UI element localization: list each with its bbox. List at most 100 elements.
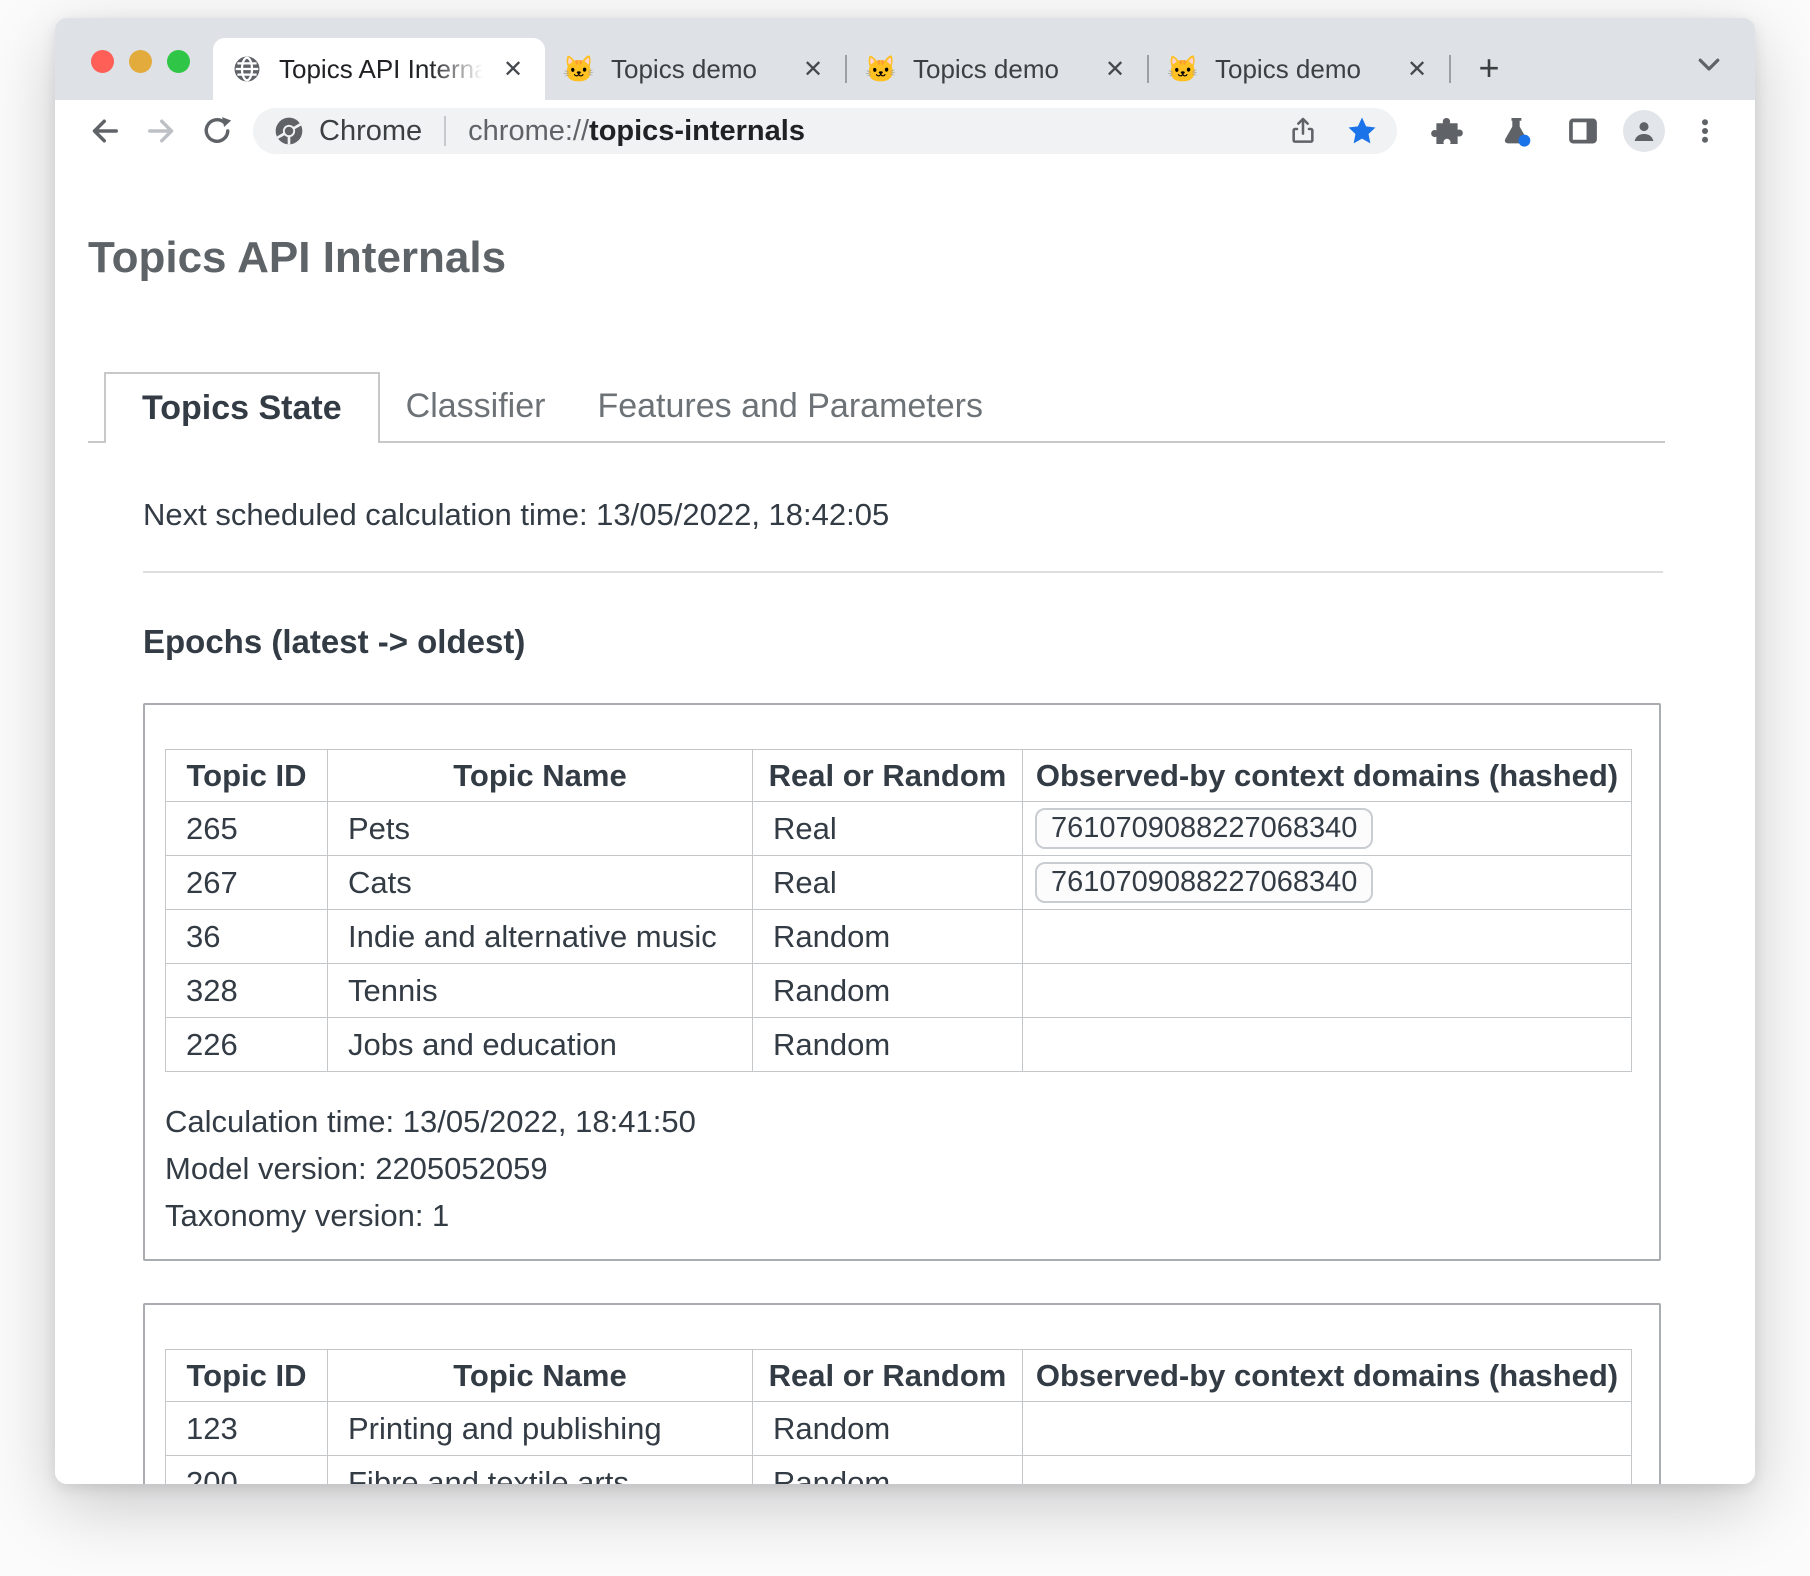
address-bar[interactable]: Chrome chrome://topics-internals	[253, 108, 1397, 154]
topic-name-cell: Pets	[328, 802, 753, 856]
toolbar-right-icons	[1419, 105, 1733, 157]
real-or-random-cell: Random	[753, 964, 1023, 1018]
url-text: chrome://topics-internals	[468, 115, 1287, 148]
col-observed-domains: Observed-by context domains (hashed)	[1023, 750, 1632, 802]
topic-row: 328TennisRandom	[166, 964, 1632, 1018]
tab-close-icon[interactable]: ✕	[797, 53, 829, 85]
page-tab-topics-state[interactable]: Topics State	[104, 372, 380, 443]
omnibox-divider	[444, 116, 446, 146]
topic-name-cell: Fibre and textile arts	[328, 1456, 753, 1485]
browser-tab[interactable]: Topics API Internals ✕	[213, 38, 545, 100]
table-header-row: Topic ID Topic Name Real or Random Obser…	[166, 750, 1632, 802]
share-icon[interactable]	[1287, 115, 1319, 147]
topic-id-cell: 226	[166, 1018, 328, 1072]
site-label: Chrome	[319, 115, 422, 148]
col-observed-domains: Observed-by context domains (hashed)	[1023, 1350, 1632, 1402]
real-or-random-cell: Random	[753, 1018, 1023, 1072]
page-tab-classifier[interactable]: Classifier	[380, 372, 572, 441]
col-real-or-random: Real or Random	[753, 1350, 1023, 1402]
tab-strip: Topics API Internals ✕ 🐱 Topics demo ✕ 🐱…	[55, 18, 1755, 100]
epoch-box-older: Topic ID Topic Name Real or Random Obser…	[143, 1303, 1661, 1484]
epochs-heading: Epochs (latest -> oldest)	[143, 623, 1663, 661]
cat-favicon: 🐱	[563, 53, 595, 85]
topics-table: Topic ID Topic Name Real or Random Obser…	[165, 1349, 1632, 1484]
observed-domains-cell: 7610709088227068340	[1023, 856, 1632, 910]
back-button[interactable]	[77, 105, 133, 157]
taxonomy-version: Taxonomy version: 1	[165, 1192, 1631, 1239]
col-topic-name: Topic Name	[328, 750, 753, 802]
labs-flask-icon[interactable]	[1487, 105, 1543, 157]
topic-name-cell: Cats	[328, 856, 753, 910]
panel-divider	[143, 571, 1663, 573]
topic-id-cell: 328	[166, 964, 328, 1018]
browser-tab[interactable]: 🐱 Topics demo ✕	[847, 38, 1147, 100]
page-tab-features-and-parameters[interactable]: Features and Parameters	[571, 372, 1009, 441]
topic-name-cell: Jobs and education	[328, 1018, 753, 1072]
table-header-row: Topic ID Topic Name Real or Random Obser…	[166, 1350, 1632, 1402]
calculation-time: Calculation time: 13/05/2022, 18:41:50	[165, 1098, 1631, 1145]
profile-avatar[interactable]	[1623, 110, 1665, 152]
topic-id-cell: 200	[166, 1456, 328, 1485]
close-window-button[interactable]	[91, 50, 114, 73]
tab-close-icon[interactable]: ✕	[497, 53, 529, 85]
hashed-domain-chip: 7610709088227068340	[1035, 808, 1373, 849]
epoch-info: Calculation time: 13/05/2022, 18:41:50 M…	[165, 1098, 1631, 1239]
new-tab-button[interactable]: +	[1467, 46, 1511, 90]
cat-favicon: 🐱	[1167, 53, 1199, 85]
epoch-box-latest: Topic ID Topic Name Real or Random Obser…	[143, 703, 1661, 1261]
observed-domains-cell	[1023, 964, 1632, 1018]
minimize-window-button[interactable]	[129, 50, 152, 73]
cat-favicon: 🐱	[865, 53, 897, 85]
browser-tab[interactable]: 🐱 Topics demo ✕	[1149, 38, 1449, 100]
topic-id-cell: 123	[166, 1402, 328, 1456]
menu-kebab-icon[interactable]	[1677, 105, 1733, 157]
observed-domains-cell: 7610709088227068340	[1023, 802, 1632, 856]
globe-favicon	[231, 53, 263, 85]
topic-id-cell: 267	[166, 856, 328, 910]
tab-title: Topics demo	[1215, 54, 1393, 85]
col-topic-id: Topic ID	[166, 750, 328, 802]
topics-table: Topic ID Topic Name Real or Random Obser…	[165, 749, 1632, 1072]
topic-name-cell: Printing and publishing	[328, 1402, 753, 1456]
real-or-random-cell: Real	[753, 802, 1023, 856]
real-or-random-cell: Real	[753, 856, 1023, 910]
window-controls	[91, 50, 190, 73]
extensions-puzzle-icon[interactable]	[1419, 105, 1475, 157]
tab-close-icon[interactable]: ✕	[1099, 53, 1131, 85]
browser-tab[interactable]: 🐱 Topics demo ✕	[545, 38, 845, 100]
tab-title: Topics demo	[611, 54, 789, 85]
observed-domains-cell	[1023, 910, 1632, 964]
tab-divider	[1449, 55, 1451, 83]
topic-row: 200Fibre and textile artsRandom	[166, 1456, 1632, 1485]
observed-domains-cell	[1023, 1456, 1632, 1485]
model-version: Model version: 2205052059	[165, 1145, 1631, 1192]
col-topic-name: Topic Name	[328, 1350, 753, 1402]
bookmark-star-icon[interactable]	[1345, 114, 1379, 148]
page-tabs: Topics State Classifier Features and Par…	[88, 372, 1665, 443]
tab-close-icon[interactable]: ✕	[1401, 53, 1433, 85]
observed-domains-cell	[1023, 1402, 1632, 1456]
topic-row: 226Jobs and educationRandom	[166, 1018, 1632, 1072]
real-or-random-cell: Random	[753, 1402, 1023, 1456]
chrome-logo-icon	[273, 115, 305, 147]
zoom-window-button[interactable]	[167, 50, 190, 73]
real-or-random-cell: Random	[753, 1456, 1023, 1485]
forward-button[interactable]	[133, 105, 189, 157]
tab-title: Topics demo	[913, 54, 1091, 85]
real-or-random-cell: Random	[753, 910, 1023, 964]
topic-row: 123Printing and publishingRandom	[166, 1402, 1632, 1456]
hashed-domain-chip: 7610709088227068340	[1035, 862, 1373, 903]
tab-search-chevron-icon[interactable]	[1689, 44, 1729, 84]
topic-id-cell: 36	[166, 910, 328, 964]
tab-title: Topics API Internals	[279, 54, 489, 85]
reload-button[interactable]	[189, 105, 245, 157]
col-real-or-random: Real or Random	[753, 750, 1023, 802]
topic-name-cell: Indie and alternative music	[328, 910, 753, 964]
col-topic-id: Topic ID	[166, 1350, 328, 1402]
topic-row: 36Indie and alternative musicRandom	[166, 910, 1632, 964]
side-panel-icon[interactable]	[1555, 105, 1611, 157]
topic-id-cell: 265	[166, 802, 328, 856]
topics-state-panel: Next scheduled calculation time: 13/05/2…	[143, 497, 1663, 1484]
topic-name-cell: Tennis	[328, 964, 753, 1018]
page-title: Topics API Internals	[88, 232, 1755, 284]
